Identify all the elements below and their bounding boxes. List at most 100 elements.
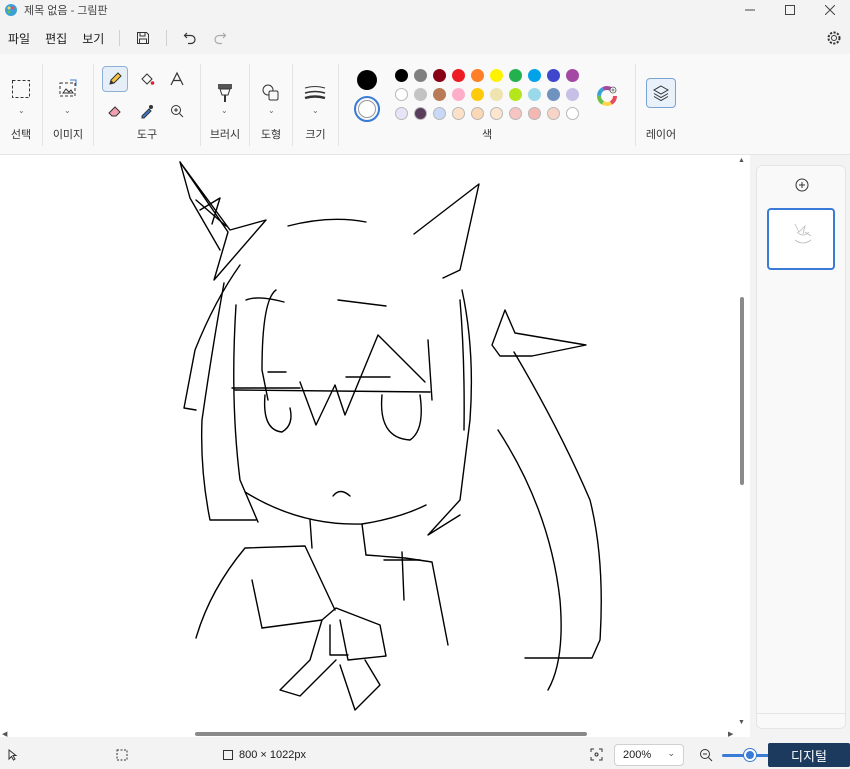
chevron-down-icon[interactable]: ⌄ <box>64 106 71 115</box>
horizontal-scroll-thumb[interactable] <box>195 732 587 736</box>
brushes-button[interactable] <box>212 80 238 106</box>
menu-file[interactable]: 파일 <box>1 30 37 47</box>
shapes-icon <box>262 84 279 101</box>
add-layer-icon[interactable] <box>795 178 809 192</box>
menu-edit[interactable]: 편집 <box>38 30 74 47</box>
palette-color-swatch[interactable] <box>433 107 446 120</box>
palette-color-swatch[interactable] <box>452 88 465 101</box>
brushes-group-label: 브러시 <box>209 129 241 141</box>
title-bar: 제목 없음 - 그림판 <box>0 0 850 20</box>
palette-color-swatch[interactable] <box>566 69 579 82</box>
eyedropper-icon <box>141 105 153 119</box>
color-wheel-icon <box>597 86 617 106</box>
color-picker-tool-button[interactable] <box>134 98 160 124</box>
magnifier-tool-button[interactable] <box>164 98 190 124</box>
layer-preview <box>794 223 812 244</box>
palette-color-swatch[interactable] <box>566 88 579 101</box>
undo-button[interactable] <box>178 26 202 50</box>
palette-color-swatch[interactable] <box>528 88 541 101</box>
chevron-down-icon: ⌄ <box>667 748 675 758</box>
size-button[interactable] <box>302 80 328 106</box>
palette-color-swatch[interactable] <box>452 107 465 120</box>
brushes-group: ⌄ 브러시 <box>201 60 249 148</box>
save-button[interactable] <box>131 26 155 50</box>
chevron-down-icon[interactable]: ⌄ <box>18 106 25 115</box>
eraser-tool-button[interactable] <box>102 98 128 124</box>
text-tool-button[interactable] <box>164 66 190 92</box>
layers-button[interactable] <box>646 78 676 108</box>
palette-color-swatch[interactable] <box>509 107 522 120</box>
zoom-slider-thumb[interactable] <box>744 749 756 761</box>
settings-button[interactable] <box>824 28 844 48</box>
minimize-button[interactable] <box>730 0 770 20</box>
scroll-up-arrow[interactable]: ▲ <box>738 157 745 164</box>
menu-divider <box>166 30 168 46</box>
palette-color-swatch[interactable] <box>414 107 427 120</box>
palette-color-swatch[interactable] <box>509 69 522 82</box>
palette-color-swatch[interactable] <box>414 69 427 82</box>
image-tool-button[interactable] <box>55 76 81 102</box>
watermark-badge: 디지털 <box>768 743 850 767</box>
chevron-down-icon[interactable]: ⌄ <box>268 106 275 115</box>
palette-color-swatch[interactable] <box>452 69 465 82</box>
vertical-scrollbar[interactable]: ▲ ▼ <box>737 155 747 737</box>
zoom-value: 200% <box>623 749 652 761</box>
secondary-color-ring[interactable] <box>354 96 380 122</box>
canvas-size-text: 800 × 1022px <box>239 749 306 761</box>
maximize-button[interactable] <box>770 0 810 20</box>
menu-view[interactable]: 보기 <box>75 30 111 47</box>
palette-color-swatch[interactable] <box>414 88 427 101</box>
palette-color-swatch[interactable] <box>395 88 408 101</box>
layers-icon <box>652 85 670 102</box>
paint-app-icon <box>5 4 17 16</box>
size-group: ⌄ 크기 <box>293 60 338 148</box>
palette-color-swatch[interactable] <box>547 69 560 82</box>
palette-color-swatch[interactable] <box>528 107 541 120</box>
fill-tool-button[interactable] <box>134 66 160 92</box>
chevron-down-icon[interactable]: ⌄ <box>312 106 319 115</box>
layer-thumbnail[interactable] <box>767 208 835 270</box>
shapes-button[interactable] <box>258 80 284 106</box>
primary-color-swatch[interactable] <box>357 70 377 90</box>
fit-to-window-icon[interactable] <box>590 748 603 761</box>
maximize-icon <box>785 5 795 15</box>
sketch-drawing <box>179 161 602 711</box>
pencil-icon <box>109 72 122 85</box>
palette-color-swatch[interactable] <box>566 107 579 120</box>
palette-color-swatch[interactable] <box>490 69 503 82</box>
edit-colors-button[interactable] <box>597 86 617 106</box>
palette-color-swatch[interactable] <box>490 107 503 120</box>
select-tool-button[interactable] <box>8 76 34 102</box>
menu-divider <box>119 30 121 46</box>
layers-group: 레이어 <box>636 60 686 148</box>
palette-color-swatch[interactable] <box>395 107 408 120</box>
palette-color-swatch[interactable] <box>395 69 408 82</box>
zoom-select[interactable]: 200% ⌄ <box>614 744 684 766</box>
palette-color-swatch[interactable] <box>509 88 522 101</box>
scroll-left-arrow[interactable]: ◀ <box>2 730 7 738</box>
palette-color-swatch[interactable] <box>433 88 446 101</box>
pencil-tool-button[interactable] <box>102 66 128 92</box>
drawing-canvas[interactable] <box>0 155 750 737</box>
colors-group-label: 색 <box>481 129 493 141</box>
scroll-right-arrow[interactable]: ▶ <box>728 730 733 738</box>
close-button[interactable] <box>810 0 850 20</box>
scroll-down-arrow[interactable]: ▼ <box>738 719 745 726</box>
zoom-out-icon[interactable] <box>699 748 713 762</box>
minimize-icon <box>745 9 755 11</box>
palette-color-swatch[interactable] <box>471 69 484 82</box>
palette-color-swatch[interactable] <box>471 88 484 101</box>
palette-color-swatch[interactable] <box>528 69 541 82</box>
redo-button[interactable] <box>208 26 232 50</box>
vertical-scroll-thumb[interactable] <box>740 297 744 485</box>
palette-color-swatch[interactable] <box>547 88 560 101</box>
eraser-icon <box>108 106 121 117</box>
chevron-down-icon[interactable]: ⌄ <box>221 106 228 115</box>
paint-bucket-icon <box>141 73 155 85</box>
palette-color-swatch[interactable] <box>471 107 484 120</box>
palette-color-swatch[interactable] <box>547 107 560 120</box>
palette-color-swatch[interactable] <box>490 88 503 101</box>
palette-color-swatch[interactable] <box>433 69 446 82</box>
layers-panel-divider <box>757 713 845 714</box>
image-resize-icon <box>59 79 77 97</box>
